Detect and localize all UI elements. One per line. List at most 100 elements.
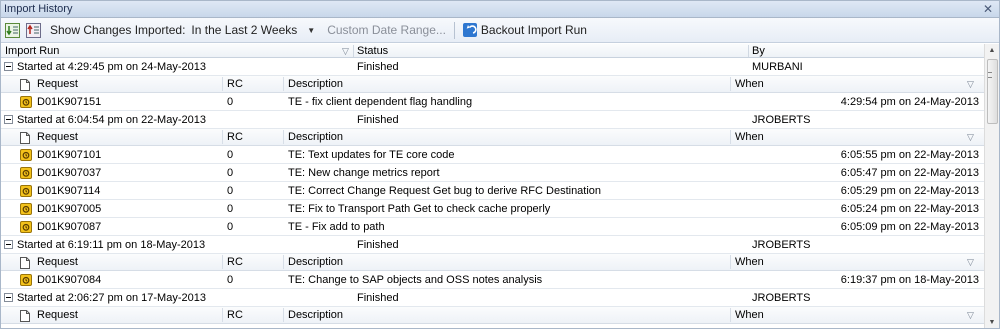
close-icon[interactable]: ✕ bbox=[981, 2, 995, 16]
column-divider[interactable] bbox=[222, 130, 223, 144]
scroll-grip bbox=[988, 72, 992, 78]
request-description: TE - fix client dependent flag handling bbox=[288, 96, 473, 108]
column-when[interactable]: When bbox=[735, 76, 764, 93]
column-description[interactable]: Description bbox=[288, 254, 343, 271]
column-description[interactable]: Description bbox=[288, 129, 343, 146]
column-request[interactable]: Request bbox=[37, 76, 78, 93]
request-when: 6:05:29 pm on 22-May-2013 bbox=[840, 185, 979, 197]
column-divider[interactable] bbox=[222, 255, 223, 269]
column-divider[interactable] bbox=[222, 77, 223, 91]
import-run-row[interactable]: Started at 6:04:54 pm on 22-May-2013 Fin… bbox=[1, 111, 985, 129]
filter-icon[interactable]: ▽ bbox=[342, 44, 349, 58]
scroll-thumb[interactable] bbox=[987, 59, 998, 124]
column-request[interactable]: Request bbox=[37, 129, 78, 146]
document-icon bbox=[20, 310, 30, 328]
column-rc[interactable]: RC bbox=[227, 129, 243, 146]
custom-date-range-button[interactable]: Custom Date Range... bbox=[327, 23, 446, 37]
column-divider[interactable] bbox=[283, 255, 284, 269]
filter-icon[interactable]: ▽ bbox=[967, 129, 974, 146]
request-description: TE: Text updates for TE core code bbox=[288, 149, 455, 161]
backout-import-run-button[interactable]: Backout Import Run bbox=[462, 23, 587, 37]
column-divider[interactable] bbox=[353, 45, 354, 57]
chevron-down-icon: ▼ bbox=[307, 25, 316, 35]
column-divider[interactable] bbox=[283, 130, 284, 144]
collapse-toggle-icon[interactable] bbox=[4, 62, 13, 71]
column-by[interactable]: By bbox=[752, 44, 765, 58]
filter-icon[interactable]: ▽ bbox=[967, 254, 974, 271]
run-by: JROBERTS bbox=[752, 292, 811, 304]
request-when: 6:05:55 pm on 22-May-2013 bbox=[840, 149, 979, 161]
request-when: 6:05:47 pm on 22-May-2013 bbox=[840, 167, 979, 179]
request-row[interactable]: D01K907101 0 TE: Text updates for TE cor… bbox=[1, 146, 985, 164]
column-divider[interactable] bbox=[283, 77, 284, 91]
column-divider[interactable] bbox=[222, 308, 223, 322]
column-rc[interactable]: RC bbox=[227, 307, 243, 324]
period-select[interactable]: In the Last 2 Weeks ▼ bbox=[191, 23, 315, 37]
import-icon[interactable] bbox=[4, 22, 21, 39]
request-id: D01K907114 bbox=[37, 185, 101, 197]
request-row[interactable]: D01K907151 0 TE - fix client dependent f… bbox=[1, 93, 985, 111]
run-status: Finished bbox=[357, 114, 399, 126]
scroll-up-icon[interactable]: ▲ bbox=[985, 44, 999, 58]
column-import-run[interactable]: Import Run bbox=[5, 44, 59, 58]
column-when[interactable]: When bbox=[735, 254, 764, 271]
import-run-row[interactable]: Started at 4:29:45 pm on 24-May-2013 Fin… bbox=[1, 58, 985, 76]
run-status: Finished bbox=[357, 292, 399, 304]
request-row[interactable]: D01K907005 0 TE: Fix to Transport Path G… bbox=[1, 200, 985, 218]
column-divider[interactable] bbox=[730, 255, 731, 269]
column-request[interactable]: Request bbox=[37, 254, 78, 271]
request-rc: 0 bbox=[227, 167, 234, 179]
column-divider[interactable] bbox=[730, 77, 731, 91]
custom-date-range-label: Custom Date Range... bbox=[327, 23, 446, 37]
column-rc[interactable]: RC bbox=[227, 254, 243, 271]
backout-label: Backout Import Run bbox=[480, 23, 587, 37]
title-bar: Import History ✕ bbox=[1, 1, 999, 18]
request-description: TE: Change to SAP objects and OSS notes … bbox=[288, 274, 543, 286]
run-by: JROBERTS bbox=[752, 239, 811, 251]
import-run-row[interactable]: Started at 2:06:27 pm on 17-May-2013 Fin… bbox=[1, 289, 985, 307]
column-divider[interactable] bbox=[730, 308, 731, 322]
request-row[interactable]: D01K907114 0 TE: Correct Change Request … bbox=[1, 182, 985, 200]
request-column-header: Request RC Description When ▽ bbox=[1, 76, 985, 93]
request-rc: 0 bbox=[227, 203, 234, 215]
request-row[interactable]: D01K907084 0 TE: Change to SAP objects a… bbox=[1, 271, 985, 289]
run-by: JROBERTS bbox=[752, 114, 811, 126]
column-when[interactable]: When bbox=[735, 129, 764, 146]
show-changes-label: Show Changes Imported: bbox=[50, 23, 186, 37]
filter-icon[interactable]: ▽ bbox=[967, 307, 974, 324]
request-description: TE: Fix to Transport Path Get to check c… bbox=[288, 203, 551, 215]
column-when[interactable]: When bbox=[735, 307, 764, 324]
request-description: TE: Correct Change Request Get bug to de… bbox=[288, 185, 602, 197]
request-when: 6:05:24 pm on 22-May-2013 bbox=[840, 203, 979, 215]
request-description: TE - Fix add to path bbox=[288, 221, 385, 233]
import-run-row[interactable]: Started at 6:19:11 pm on 18-May-2013 Fin… bbox=[1, 236, 985, 254]
request-rc: 0 bbox=[227, 274, 234, 286]
request-column-header: Request RC Description When ▽ bbox=[1, 307, 985, 324]
scroll-down-icon[interactable]: ▼ bbox=[985, 316, 999, 328]
request-rc: 0 bbox=[227, 96, 234, 108]
period-select-value: In the Last 2 Weeks bbox=[191, 23, 298, 37]
column-divider[interactable] bbox=[283, 308, 284, 322]
column-status[interactable]: Status bbox=[357, 44, 388, 58]
request-id: D01K907151 bbox=[37, 96, 102, 108]
column-description[interactable]: Description bbox=[288, 76, 343, 93]
filter-icon[interactable]: ▽ bbox=[967, 76, 974, 93]
request-when: 6:05:09 pm on 22-May-2013 bbox=[840, 221, 979, 233]
collapse-toggle-icon[interactable] bbox=[4, 293, 13, 302]
run-label: Started at 2:06:27 pm on 17-May-2013 bbox=[17, 292, 206, 304]
collapse-toggle-icon[interactable] bbox=[4, 115, 13, 124]
column-rc[interactable]: RC bbox=[227, 76, 243, 93]
column-request[interactable]: Request bbox=[37, 307, 78, 324]
request-row[interactable]: D01K907087 0 TE - Fix add to path 6:05:0… bbox=[1, 218, 985, 236]
collapse-toggle-icon[interactable] bbox=[4, 240, 13, 249]
vertical-scrollbar[interactable]: ▲ ▼ bbox=[984, 44, 999, 328]
request-id: D01K907087 bbox=[37, 221, 102, 233]
request-column-header: Request RC Description When ▽ bbox=[1, 129, 985, 146]
column-description[interactable]: Description bbox=[288, 307, 343, 324]
run-label: Started at 4:29:45 pm on 24-May-2013 bbox=[17, 61, 206, 73]
column-divider[interactable] bbox=[748, 45, 749, 57]
column-divider[interactable] bbox=[730, 130, 731, 144]
request-row[interactable]: D01K907037 0 TE: New change metrics repo… bbox=[1, 164, 985, 182]
request-id: D01K907037 bbox=[37, 167, 102, 179]
export-icon[interactable] bbox=[25, 22, 42, 39]
